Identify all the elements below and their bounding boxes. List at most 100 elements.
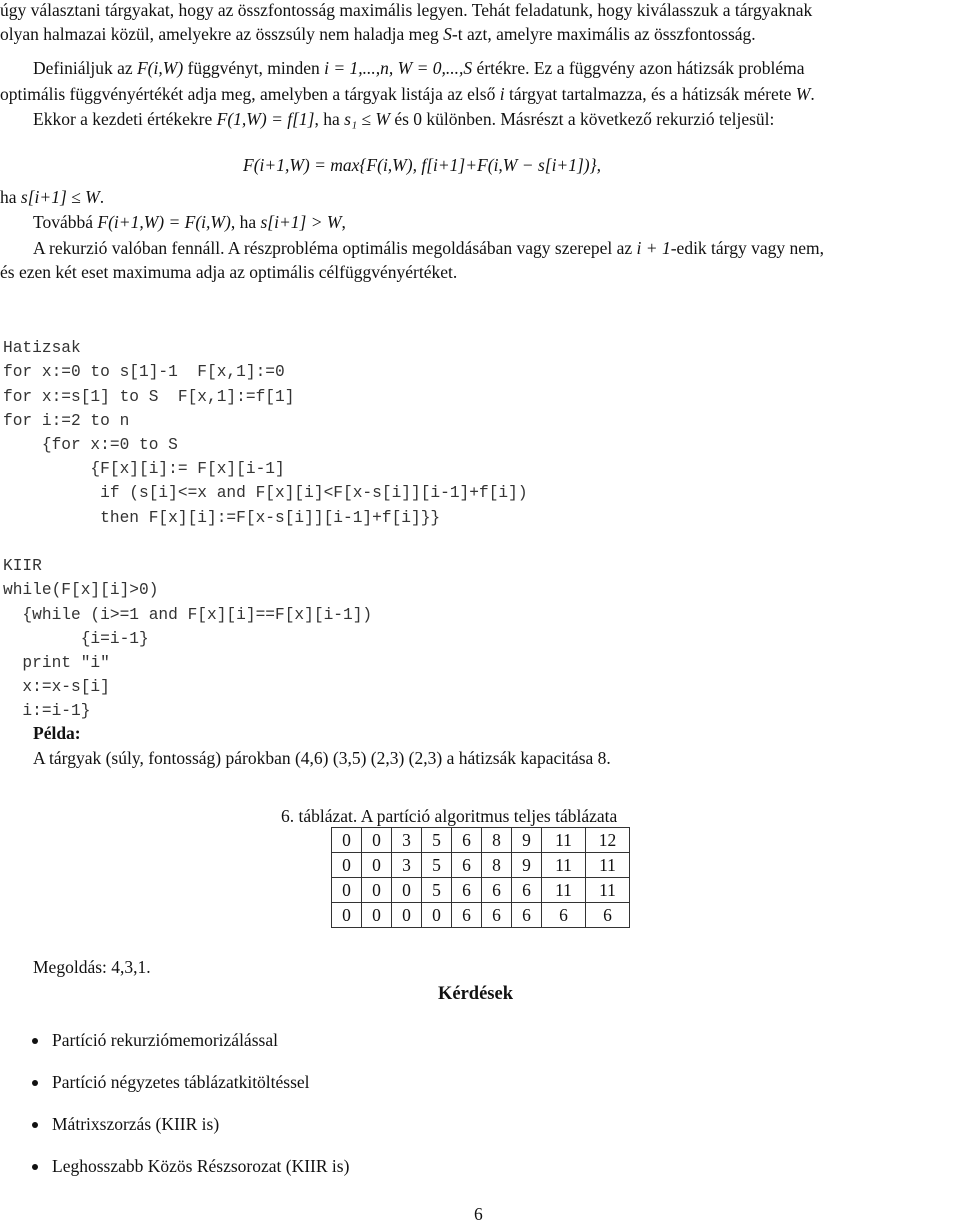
text: , ha [230, 212, 261, 232]
table-cell: 6 [511, 877, 542, 903]
questions-list: Partíció rekurziómemorizálással Partíció… [0, 1026, 349, 1194]
table-cell: 0 [391, 877, 422, 903]
code-line: then F[x][i]:=F[x-s[i]][i-1]+f[i]}} [3, 508, 441, 527]
table-cell: 0 [421, 902, 452, 928]
code-line: {while (i>=1 and F[x][i]==F[x][i-1]) [3, 605, 373, 624]
bullet-icon [32, 1122, 38, 1128]
table-cell: 0 [391, 902, 422, 928]
furthermore-line: Továbbá F(i+1,W) = F(i,W), ha s[i+1] > W… [0, 212, 346, 233]
example-heading: Példa: [33, 723, 81, 743]
code-line: print "i" [3, 654, 110, 673]
table-cell: 0 [331, 852, 362, 878]
table-cell: 3 [391, 827, 422, 853]
text: , ha [314, 109, 345, 129]
text: . [99, 187, 105, 207]
code-kiir: KIIR while(F[x][i]>0) {while (i>=1 and F[… [3, 530, 372, 748]
table-cell: 6 [451, 877, 482, 903]
list-item: Mátrixszorzás (KIIR is) [0, 1110, 349, 1152]
text: olyan halmazai közül, amelyekre az összs… [0, 24, 444, 44]
table-caption: 6. táblázat. A partíció algoritmus telje… [281, 806, 618, 826]
text: A rekurzió valóban fennáll. A részproblé… [33, 238, 637, 258]
table-cell: 6 [451, 827, 482, 853]
table-cell: 9 [511, 827, 542, 853]
table-row: 0 0 3 5 6 8 9 11 11 [331, 852, 630, 878]
code-line: {for x:=0 to S [3, 436, 178, 455]
text: optimális függvényértékét adja meg, amel… [0, 84, 500, 104]
bullet-icon [32, 1038, 38, 1044]
table-cell: 6 [511, 902, 542, 928]
math-var: S [443, 24, 452, 44]
table-cell: 5 [421, 827, 452, 853]
math: s[i+1] ≤ W [20, 187, 100, 207]
text: tárgyat tartalmazza, és a hátizsák méret… [504, 84, 796, 104]
table-cell: 6 [481, 877, 512, 903]
table-cell: 8 [481, 852, 512, 878]
code-line: {F[x][i]:= F[x][i-1] [3, 460, 285, 479]
code-hatizsak: Hatizsak for x:=0 to s[1]-1 F[x,1]:=0 for … [3, 312, 528, 554]
table-cell: 6 [541, 902, 586, 928]
explanation-line-1: A rekurzió valóban fennáll. A részproblé… [0, 238, 824, 259]
math: i + 1 [636, 238, 671, 258]
table-cell: 0 [331, 902, 362, 928]
table-cell: 11 [541, 852, 586, 878]
list-item: Partíció rekurziómemorizálással [0, 1026, 349, 1068]
table-cell: 3 [391, 852, 422, 878]
text: Továbbá [33, 212, 98, 232]
math: F(i,W) [136, 58, 184, 78]
table-cell: 0 [361, 877, 392, 903]
definition-line-1: Definiáljuk az F(i,W) függvényt, minden … [0, 58, 805, 79]
list-item: Partíció négyzetes táblázatkitöltéssel [0, 1068, 349, 1110]
text: -edik tárgy vagy nem, [670, 238, 824, 258]
definition-line-3: Ekkor a kezdeti értékekre F(1,W) = f[1],… [0, 109, 774, 130]
code-line: KIIR [3, 557, 42, 576]
code-line: for x:=0 to s[1]-1 F[x,1]:=0 [3, 363, 285, 382]
intro-line-2: olyan halmazai közül, amelyekre az összs… [0, 24, 756, 45]
recursion-formula: F(i+1,W) = max{F(i,W), f[i+1]+F(i,W − s[… [243, 155, 601, 175]
example-text: A tárgyak (súly, fontosság) párokban (4,… [33, 748, 611, 768]
explanation-line-2: és ezen két eset maximuma adja az optimá… [0, 262, 458, 282]
table-cell: 0 [331, 877, 362, 903]
text: . [810, 84, 815, 104]
table-cell: 6 [451, 852, 482, 878]
math: s[i+1] > W [260, 212, 342, 232]
condition-line: ha s[i+1] ≤ W. [0, 187, 104, 208]
solution-text: Megoldás: 4,3,1. [33, 957, 151, 977]
code-line: while(F[x][i]>0) [3, 581, 159, 600]
table-cell: 5 [421, 852, 452, 878]
intro-line-1: úgy választani tárgyakat, hogy az összfo… [0, 0, 813, 20]
table-cell: 12 [585, 827, 630, 853]
text: függvényt, minden [183, 58, 325, 78]
list-item-text: Leghosszabb Közös Részsorozat (KIIR is) [52, 1156, 350, 1176]
code-line: for x:=s[1] to S F[x,1]:=f[1] [3, 387, 295, 406]
list-item-text: Partíció négyzetes táblázatkitöltéssel [52, 1072, 310, 1092]
table-cell: 11 [541, 877, 586, 903]
table-cell: 0 [361, 827, 392, 853]
questions-heading: Kérdések [438, 984, 514, 1004]
code-line: Hatizsak [3, 339, 81, 358]
math: F(i+1,W) = F(i,W) [97, 212, 231, 232]
list-item-text: Mátrixszorzás (KIIR is) [52, 1114, 220, 1134]
table-cell: 8 [481, 827, 512, 853]
math: i = 1,...,n, W = 0,...,S [324, 58, 473, 78]
code-line: x:=x-s[i] [3, 678, 110, 697]
text: Ekkor a kezdeti értékekre [33, 109, 217, 129]
list-item: Leghosszabb Közös Részsorozat (KIIR is) [0, 1152, 349, 1194]
text: , [341, 212, 346, 232]
dp-table: 0 0 3 5 6 8 9 11 12 0 0 3 5 6 8 9 11 11 0 0 0 5 6 6 6 11 11 0 0 0 0 6 6 6… [331, 827, 630, 928]
math-var: W [795, 84, 811, 104]
bullet-icon [32, 1164, 38, 1170]
list-item-text: Partíció rekurziómemorizálással [52, 1030, 278, 1050]
code-line: i:=i-1} [3, 702, 91, 721]
table-cell: 11 [585, 877, 630, 903]
table-cell: 9 [511, 852, 542, 878]
page-number: 6 [474, 1204, 483, 1224]
table-cell: 0 [361, 902, 392, 928]
code-line: for i:=2 to n [3, 411, 130, 430]
table-cell: 0 [361, 852, 392, 878]
code-line: {i=i-1} [3, 629, 149, 648]
text: -t azt, amelyre maximális az összfontoss… [451, 24, 756, 44]
text: Definiáljuk az [33, 58, 137, 78]
text: ha [0, 187, 21, 207]
table-row: 0 0 3 5 6 8 9 11 12 [331, 827, 630, 853]
bullet-icon [32, 1080, 38, 1086]
